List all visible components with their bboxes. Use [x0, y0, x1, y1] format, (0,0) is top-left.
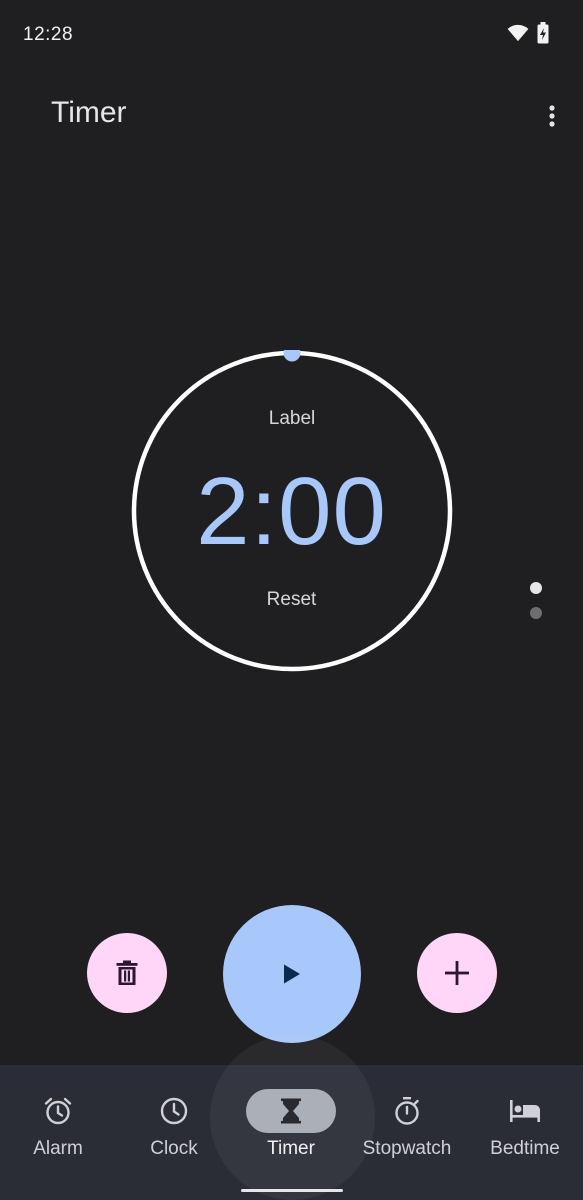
delete-timer-button[interactable]	[87, 933, 167, 1013]
home-indicator[interactable]	[241, 1189, 343, 1192]
status-icons	[507, 22, 549, 44]
status-time: 12:28	[23, 24, 74, 45]
add-timer-button[interactable]	[417, 933, 497, 1013]
timer-label[interactable]: Label	[130, 408, 454, 430]
timer-time-display: 2:00	[196, 458, 387, 565]
stopwatch-icon	[395, 1097, 419, 1125]
nav-item-bedtime[interactable]: Bedtime	[467, 1065, 583, 1200]
nav-ripple	[210, 1035, 375, 1200]
clock-icon	[160, 1097, 188, 1125]
page-indicator-dot-active	[530, 582, 542, 594]
timer-screen: 12:28 Timer Label 2:00 Reset Alarm Clock…	[0, 0, 583, 1200]
play-icon	[284, 964, 300, 984]
status-bar: 12:28	[0, 0, 583, 70]
page-title: Timer	[51, 96, 127, 129]
wifi-icon	[507, 24, 529, 42]
more-options-button[interactable]	[536, 98, 568, 134]
page-indicator-dot	[530, 607, 542, 619]
trash-icon	[116, 960, 138, 985]
bed-icon	[510, 1100, 540, 1122]
nav-item-alarm[interactable]: Alarm	[0, 1065, 116, 1200]
reset-button[interactable]: Reset	[0, 589, 583, 611]
nav-label-alarm: Alarm	[33, 1138, 83, 1159]
nav-label-bedtime: Bedtime	[490, 1138, 560, 1159]
battery-charging-icon	[537, 22, 549, 44]
alarm-icon	[44, 1097, 72, 1125]
more-vert-icon	[549, 105, 555, 127]
start-timer-button[interactable]	[223, 905, 361, 1043]
plus-icon	[445, 961, 469, 985]
timer-progress-handle	[283, 350, 301, 362]
